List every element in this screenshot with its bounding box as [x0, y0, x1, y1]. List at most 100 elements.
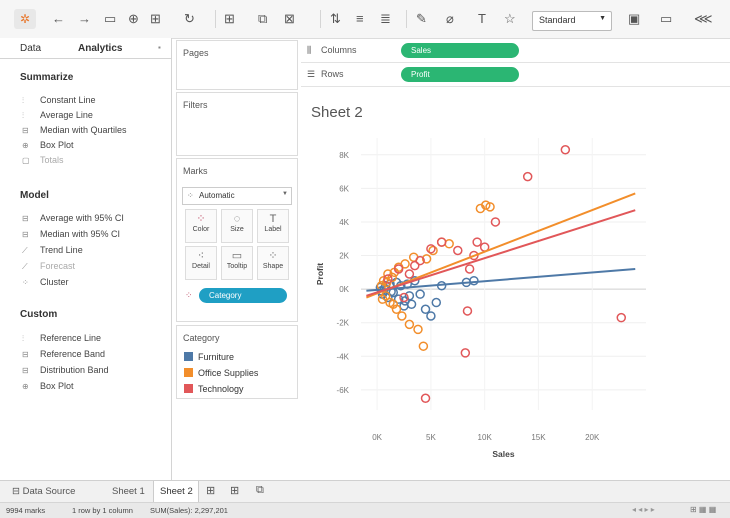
rows-label: Rows [321, 69, 344, 79]
custom-box-plot-item[interactable]: ⊕ Box Plot [22, 380, 74, 393]
tab-data[interactable]: Data [20, 43, 41, 54]
x-tick-label: 20K [585, 433, 600, 442]
box-plot-item[interactable]: ⊕ Box Plot [22, 139, 74, 152]
duplicate-sheet-icon[interactable]: ⧉ [258, 10, 267, 28]
legend-item-technology[interactable]: Technology [184, 383, 244, 395]
mark-type-dropdown[interactable]: ⁘ Automatic ▼ [182, 187, 292, 205]
presentation-icon[interactable]: ▭ [660, 10, 672, 28]
data-point [522, 171, 533, 182]
data-point [406, 299, 417, 309]
show-cards-icon[interactable]: ▣ [628, 10, 640, 28]
pages-title: Pages [183, 48, 209, 58]
line-chart-icon: ⫶ [22, 96, 24, 105]
forecast-icon: ⟋ [22, 262, 28, 271]
legend-item-furniture[interactable]: Furniture [184, 351, 234, 363]
summarize-heading: Summarize [20, 72, 74, 83]
band-icon: ⊟ [22, 126, 29, 135]
pane-menu-icon[interactable]: ▪ [158, 43, 161, 52]
legend-item-office-supplies[interactable]: Office Supplies [184, 367, 258, 379]
pin-icon[interactable]: ☆ [504, 10, 516, 28]
share-icon[interactable]: ⋘ [694, 10, 713, 28]
new-sheet-icon[interactable]: ⊞ [224, 10, 235, 28]
size-icon: ◌ [233, 213, 241, 225]
fit-dropdown[interactable]: Standard ▼ [532, 11, 612, 31]
average-95ci-item[interactable]: ⊟ Average with 95% CI [22, 212, 124, 225]
navigation-icon[interactable]: ◂ ◂ ▸ ▸ [632, 505, 655, 514]
reference-line-item[interactable]: ⫶ Reference Line [22, 332, 101, 345]
redo-icon[interactable]: → [78, 10, 91, 28]
group-icon[interactable]: ⌀ [446, 10, 454, 28]
tooltip-button[interactable]: ▭ Tooltip [221, 246, 253, 280]
sort-desc-icon[interactable]: ≣ [380, 10, 391, 28]
tab-analytics[interactable]: Analytics [78, 43, 122, 54]
data-point [410, 260, 420, 271]
new-data-source-icon[interactable]: ⊕ [128, 10, 139, 28]
median-95ci-item[interactable]: ⊟ Median with 95% CI [22, 228, 120, 241]
automatic-icon: ⁘ [187, 191, 194, 200]
highlight-icon[interactable]: ✎ [416, 10, 427, 28]
color-button[interactable]: ⁘ Color [185, 209, 217, 243]
detail-button[interactable]: ⁖ Detail [185, 246, 217, 280]
undo-icon[interactable]: ← [52, 10, 65, 28]
model-heading: Model [20, 190, 49, 201]
y-tick-label: 2K [339, 252, 349, 261]
refresh-icon[interactable]: ↻ [184, 10, 195, 28]
data-point [460, 348, 471, 358]
columns-icon: ⫼ [307, 45, 312, 55]
trend-line-item[interactable]: ⟋ Trend Line [22, 244, 83, 257]
data-point [431, 297, 442, 308]
save-icon[interactable]: ▭ [104, 10, 116, 28]
data-point [469, 275, 479, 286]
data-point [464, 264, 475, 274]
sort-asc-icon[interactable]: ≡ [356, 10, 364, 28]
color-icon: ⁘ [196, 213, 206, 225]
new-story-icon[interactable]: ⧉ [256, 484, 264, 497]
average-line-item[interactable]: ⫶ Average Line [22, 109, 93, 122]
reference-band-item[interactable]: ⊟ Reference Band [22, 348, 105, 361]
marks-card: Marks ⁘ Automatic ▼ ⁘ Color ◌ Size T Label … [176, 158, 298, 322]
median-quartiles-item[interactable]: ⊟ Median with Quartiles [22, 124, 127, 137]
cluster-icon: ⁘ [22, 278, 29, 287]
tab-sheet-1[interactable]: Sheet 1 [112, 486, 145, 497]
label-icon: T [269, 213, 277, 225]
category-color-pill[interactable]: Category [199, 288, 287, 303]
band-icon: ⊟ [22, 366, 29, 375]
view-grid-icon[interactable]: ⊞ ▦ ▦ [690, 505, 716, 514]
cluster-item[interactable]: ⁘ Cluster [22, 276, 69, 289]
profit-pill[interactable]: Profit [401, 67, 519, 82]
sales-pill[interactable]: Sales [401, 43, 519, 58]
totals-item: ▢ Totals [22, 155, 64, 165]
y-tick-label: -6K [337, 386, 350, 395]
pages-card[interactable]: Pages [176, 40, 298, 90]
line-chart-icon: ⫶ [22, 111, 24, 120]
y-tick-label: 4K [339, 218, 349, 227]
toolbar: ✲ ← → ▭ ⊕ ⊞ ↻ ⊞ ⧉ ⊠ ⇅ ≡ ≣ ✎ ⌀ T ☆ Standa… [0, 0, 730, 39]
filters-card[interactable]: Filters [176, 92, 298, 156]
constant-line-item[interactable]: ⫶ Constant Line [22, 94, 96, 107]
x-tick-label: 5K [426, 433, 436, 442]
size-button[interactable]: ◌ Size [221, 209, 253, 243]
new-worksheet-icon[interactable]: ⊞ [150, 10, 161, 28]
shape-button[interactable]: ⁘ Shape [257, 246, 289, 280]
new-worksheet-icon[interactable]: ⊞ [206, 484, 215, 497]
clear-sheet-icon[interactable]: ⊠ [284, 10, 295, 28]
new-dashboard-icon[interactable]: ⊞ [230, 484, 239, 497]
box-plot-icon: ⊕ [22, 382, 29, 391]
tableau-logo-icon[interactable]: ✲ [14, 9, 36, 29]
data-point [397, 311, 407, 321]
tab-sheet-2[interactable]: Sheet 2 [153, 481, 199, 503]
forecast-item: ⟋ Forecast [22, 261, 76, 271]
label-button[interactable]: T Label [257, 209, 289, 243]
data-source-tab[interactable]: ⊟ Data Source [12, 486, 75, 497]
distribution-band-item[interactable]: ⊟ Distribution Band [22, 364, 109, 377]
label-icon[interactable]: T [478, 10, 486, 28]
rows-shelf[interactable]: ☰ Rows Profit [301, 64, 730, 87]
row-col-count: 1 row by 1 column [72, 506, 133, 515]
line-chart-icon: ⫶ [22, 334, 24, 343]
data-point [472, 237, 482, 247]
swap-axes-icon[interactable]: ⇅ [330, 10, 341, 28]
swatch [184, 368, 193, 377]
color-encoding-icon: ⁘ [185, 290, 193, 300]
x-tick-label: 15K [531, 433, 546, 442]
columns-shelf[interactable]: ⫼ Columns Sales [301, 40, 730, 63]
